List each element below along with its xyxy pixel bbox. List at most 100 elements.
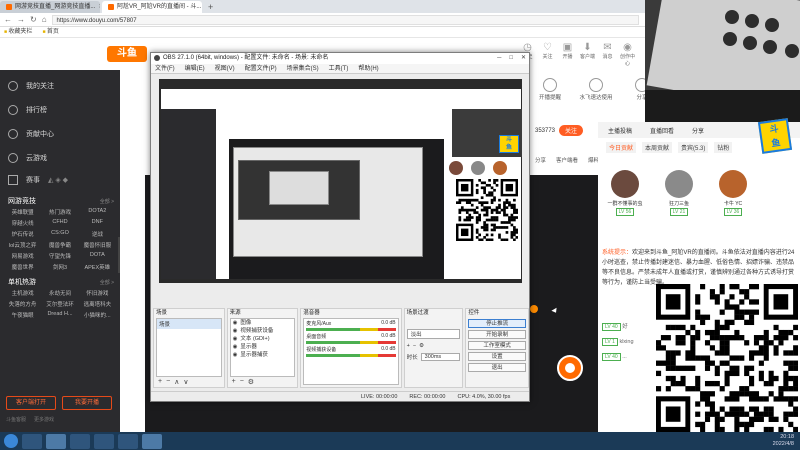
game-link[interactable]: DNF [79, 219, 116, 227]
game-link[interactable]: 逃离塔科夫 [79, 300, 116, 308]
source-item[interactable]: ◉ 视频捕获设备 [231, 327, 295, 335]
remove-icon[interactable]: − [413, 343, 416, 349]
sidebar-item-follow[interactable]: 我的关注 [0, 74, 120, 98]
footer-link[interactable]: 更多游戏 [34, 416, 54, 423]
game-link[interactable]: 守望先锋 [41, 252, 78, 260]
add-icon[interactable]: + [407, 343, 410, 349]
eye-icon[interactable]: ◉ [233, 327, 238, 335]
new-tab-button[interactable]: + [204, 1, 217, 13]
live-remind-button[interactable]: 开播提醒 [530, 78, 570, 101]
maximize-icon[interactable]: □ [509, 53, 513, 64]
studio-mode-button[interactable]: 工作室模式 [468, 341, 527, 350]
replay-link[interactable]: 直播回看 [650, 126, 674, 135]
volume-meter[interactable] [306, 341, 396, 344]
game-link[interactable]: 英雄联盟 [4, 208, 41, 216]
eye-icon[interactable]: ◉ [233, 319, 238, 327]
game-link[interactable]: 炉石传说 [4, 230, 41, 238]
bookmark-item[interactable]: 首页 [42, 27, 59, 37]
bookmark-item[interactable]: 收藏夹栏 [4, 27, 32, 37]
source-item[interactable]: ◉ 显示器 [231, 343, 295, 351]
game-link[interactable]: Dread H... [41, 311, 78, 319]
sidebar-item-match[interactable]: 赛事 ◭ ◈ ◆ [0, 170, 120, 190]
transition-select[interactable]: 淡出 [406, 329, 461, 339]
scene-item[interactable]: 场景 [157, 319, 221, 329]
stop-stream-button[interactable]: 停止推流 [468, 319, 527, 328]
share-link[interactable]: 分享 [692, 126, 704, 135]
down-icon[interactable]: ∨ [183, 378, 188, 386]
game-link[interactable]: CFHD [41, 219, 78, 227]
start-button[interactable] [4, 434, 18, 448]
game-link[interactable]: 逆战 [79, 230, 116, 238]
url-input[interactable]: https://www.douyu.com/57807 [51, 14, 639, 25]
gift-icon[interactable] [530, 305, 538, 313]
game-link[interactable]: 剑网3 [41, 263, 78, 271]
source-item[interactable]: ◉ 显示器捕获 [231, 351, 295, 359]
taskbar-app[interactable] [46, 433, 66, 449]
tab-today-contrib[interactable]: 今日贡献 [606, 141, 637, 153]
back-icon[interactable]: ← [4, 15, 12, 24]
section-more-link[interactable]: 全部 > [100, 279, 114, 286]
section-more-link[interactable]: 全部 > [100, 198, 114, 205]
close-icon[interactable]: ✕ [521, 53, 526, 64]
client-icon[interactable]: ⬇ 客户端 [580, 42, 595, 67]
plane-button[interactable]: 水飞速达使用 [576, 78, 616, 101]
gear-icon[interactable]: ⚙ [419, 343, 424, 349]
open-client-button[interactable]: 客户端打开 [6, 396, 56, 410]
refresh-icon[interactable]: ↻ [30, 15, 37, 24]
client-watch-link[interactable]: 客户端看 [556, 156, 578, 164]
game-link[interactable]: 魔兽世界 [4, 263, 41, 271]
anchor-post-link[interactable]: 主播投稿 [608, 126, 632, 135]
settings-button[interactable]: 设置 [468, 352, 527, 361]
taskbar-app[interactable] [22, 433, 42, 449]
rank-card[interactable]: 一群不懂事的虫 LV 56 [604, 170, 646, 216]
game-link[interactable]: 热门游戏 [41, 208, 78, 216]
menu-edit[interactable]: 编辑(E) [185, 64, 205, 73]
taskbar-app[interactable] [94, 433, 114, 449]
game-link[interactable]: 小猫咪的... [79, 311, 116, 319]
sidebar-item-guild[interactable]: 贡献中心 [0, 122, 120, 146]
game-link[interactable]: DOTA [79, 252, 116, 260]
message-icon[interactable]: ✉ 消息 [600, 42, 615, 67]
menu-view[interactable]: 视图(V) [215, 64, 235, 73]
tab-week-contrib[interactable]: 本周贡献 [642, 141, 673, 153]
menu-scene-collection[interactable]: 场景集合(S) [287, 64, 319, 73]
follow-button[interactable]: 关注 [559, 125, 584, 136]
home-icon[interactable]: ⌂ [42, 15, 47, 24]
game-link[interactable]: 艾尔登法环 [41, 300, 78, 308]
creator-icon[interactable]: ◉ 创作中心 [620, 42, 635, 67]
eye-icon[interactable]: ◉ [233, 343, 238, 351]
minimize-icon[interactable]: ─ [497, 53, 501, 64]
add-icon[interactable]: + [158, 378, 162, 386]
game-link[interactable]: 失落的方舟 [4, 300, 41, 308]
volume-meter[interactable] [306, 354, 396, 357]
browser-tab-1[interactable]: 阿尬VR_阿尬VR的直播间 - 斗...✕ [102, 1, 202, 13]
add-icon[interactable]: + [232, 378, 236, 386]
menu-help[interactable]: 帮助(H) [358, 64, 378, 73]
menu-tools[interactable]: 工具(T) [329, 64, 349, 73]
eye-icon[interactable]: ◉ [233, 351, 238, 359]
eye-icon[interactable]: ◉ [233, 335, 238, 343]
start-live-button[interactable]: 我要开播 [62, 396, 112, 410]
game-link[interactable]: 主机游戏 [4, 289, 41, 297]
record-fab-button[interactable] [557, 355, 583, 381]
game-link[interactable]: 网易游戏 [4, 252, 41, 260]
menu-profile[interactable]: 配置文件(P) [245, 64, 277, 73]
source-item[interactable]: ◉ 图像 [231, 319, 295, 327]
game-link[interactable]: 怀旧游戏 [79, 289, 116, 297]
start-live-icon[interactable]: ▣ 开播 [560, 42, 575, 67]
browser-tab-0[interactable]: 网游竞技直播_网游竞技直播...✕ [0, 1, 100, 13]
taskbar-app[interactable] [118, 433, 138, 449]
douyu-logo[interactable]: 斗鱼 [107, 46, 147, 62]
remove-icon[interactable]: − [166, 378, 170, 386]
forward-icon[interactable]: → [17, 15, 25, 24]
tab-vip[interactable]: 贵宾(5.3) [678, 141, 709, 153]
sidebar-item-rank[interactable]: 排行榜 [0, 98, 120, 122]
follow-icon[interactable]: ♡ 关注 [540, 42, 555, 67]
game-link[interactable]: DOTA2 [79, 208, 116, 216]
volume-meter[interactable] [306, 328, 396, 331]
game-link[interactable]: 永劫无间 [41, 289, 78, 297]
remove-icon[interactable]: − [240, 378, 244, 386]
tab-diamond-fans[interactable]: 钻粉 [714, 141, 733, 153]
gear-icon[interactable]: ⚙ [248, 378, 254, 386]
game-link[interactable]: lol云顶之弈 [4, 241, 41, 249]
